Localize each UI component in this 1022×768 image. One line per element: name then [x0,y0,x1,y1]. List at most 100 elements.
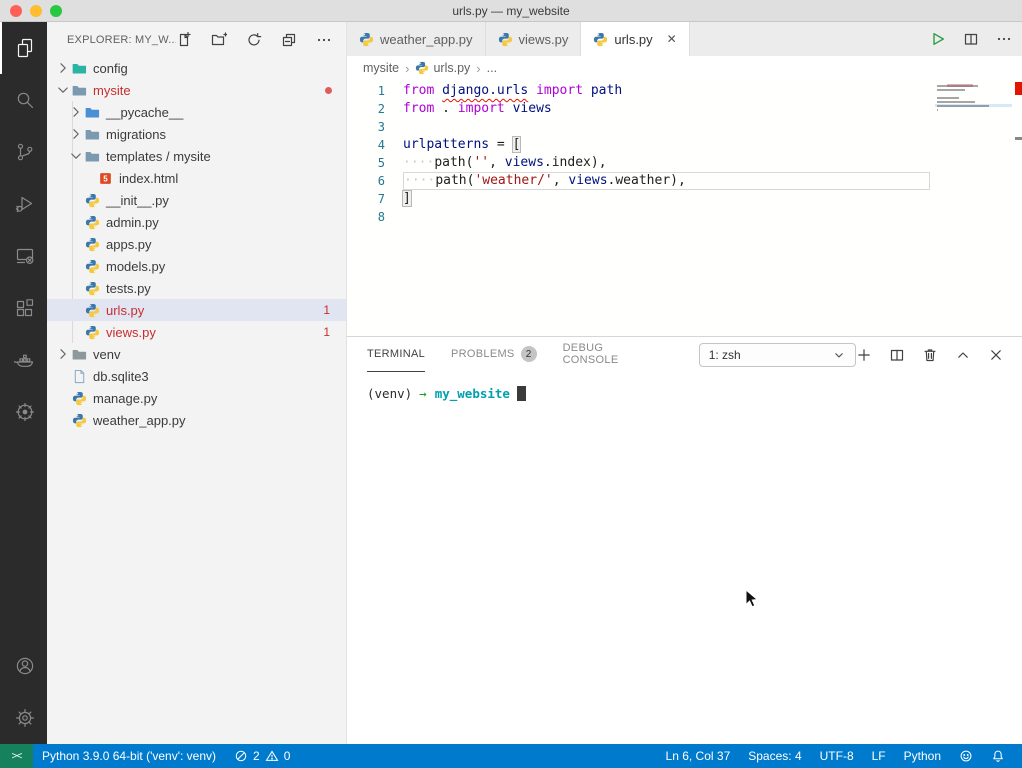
minimize-window-button[interactable] [30,5,42,17]
tree-item-apps-py[interactable]: apps.py [47,233,346,255]
tab-label: weather_app.py [380,32,473,47]
status-spaces[interactable]: Spaces: 4 [739,744,810,768]
problems-status[interactable]: 2 0 [225,744,299,768]
activity-settings[interactable] [0,692,47,744]
file-icon [71,368,88,384]
close-x-icon[interactable] [988,347,1004,363]
python-interpreter-status[interactable]: Python 3.9.0 64-bit ('venv': venv) [33,744,225,768]
notifications-bell-icon[interactable] [982,744,1014,768]
status-lf[interactable]: LF [863,744,895,768]
panel-tab-terminal[interactable]: TERMINAL [367,337,425,372]
problems-count-badge: 2 [521,346,537,362]
activity-run-debug[interactable] [0,178,47,230]
chevron-right-icon[interactable] [55,346,71,362]
refresh-icon[interactable] [246,32,262,48]
tree-item--init-py[interactable]: __init__.py [47,189,346,211]
activity-remote-explorer[interactable] [0,230,47,282]
breadcrumb-item[interactable]: urls.py [415,61,470,75]
search-icon [13,88,37,112]
breadcrumb-item[interactable]: ... [487,61,497,75]
code-editor[interactable]: 1from django.urls import path2from . imp… [347,80,1022,336]
code-line-5: 5····path('', views.index), [347,154,930,172]
panel-tab-problems[interactable]: PROBLEMS2 [451,337,537,372]
chevron-spacer [68,258,84,274]
terminal-output[interactable]: (venv) → my_website [347,372,1022,744]
chevron-right-icon[interactable] [68,126,84,142]
editor-group: weather_app.pyviews.pyurls.py✕ mysite›ur… [347,22,1022,744]
remote-explorer-icon [13,244,37,268]
breadcrumb-item[interactable]: mysite [363,61,399,75]
tree-item-views-py[interactable]: views.py1 [47,321,346,343]
tree-item-manage-py[interactable]: manage.py [47,387,346,409]
tree-item-weather-app-py[interactable]: weather_app.py [47,409,346,431]
chevron-up-icon[interactable] [955,347,971,363]
status-python[interactable]: Python [895,744,950,768]
remote-indicator[interactable]: >< [0,744,33,768]
extensions-icon [13,296,37,320]
more-icon[interactable] [316,32,332,48]
feedback-smiley-icon[interactable] [950,744,982,768]
tree-item-db-sqlite3[interactable]: db.sqlite3 [47,365,346,387]
split-editor-icon[interactable] [889,347,905,363]
python-file-icon [593,32,608,47]
run-icon[interactable] [930,31,946,47]
line-number: 5 [347,154,403,172]
new-file-icon[interactable] [176,32,192,48]
tree-item-tests-py[interactable]: tests.py [47,277,346,299]
tree-item-mysite[interactable]: mysite [47,79,346,101]
line-text: ····path('', views.index), [403,154,930,172]
activity-account[interactable] [0,640,47,692]
docker-icon [13,348,37,372]
code-line-1: 1from django.urls import path [347,82,930,100]
activity-docker[interactable] [0,334,47,386]
editor-tab-urls-py[interactable]: urls.py✕ [581,22,689,56]
folder-icon [84,126,101,142]
tree-item-urls-py[interactable]: urls.py1 [47,299,346,321]
editor-tab-weather-app-py[interactable]: weather_app.py [347,22,486,56]
plus-icon[interactable] [856,347,872,363]
status-ln[interactable]: Ln 6, Col 37 [657,744,740,768]
tree-item-models-py[interactable]: models.py [47,255,346,277]
activity-search[interactable] [0,74,47,126]
minimap[interactable] [935,84,1012,324]
chevron-down-icon[interactable] [55,82,71,98]
status-utf-8[interactable]: UTF-8 [811,744,863,768]
close-tab-icon[interactable]: ✕ [667,32,677,46]
python-icon [84,258,101,274]
new-folder-icon[interactable] [211,32,227,48]
line-text: urlpatterns = [ [403,136,930,154]
activity-extensions[interactable] [0,282,47,334]
more-icon[interactable] [996,31,1012,47]
chevron-right-icon[interactable] [55,60,71,76]
python-icon [71,390,88,406]
editor-tab-views-py[interactable]: views.py [486,22,582,56]
tree-item-config[interactable]: config [47,57,346,79]
line-text [403,118,930,136]
tree-item--pycache-[interactable]: __pycache__ [47,101,346,123]
close-window-button[interactable] [10,5,22,17]
split-editor-icon[interactable] [963,31,979,47]
bottom-panel: TERMINAL PROBLEMS2 DEBUG CONSOLE 1: zsh (v… [347,336,1022,744]
tree-item-templates-mysite[interactable]: templates / mysite [47,145,346,167]
collapse-folders-icon[interactable] [281,32,297,48]
terminal-shell-select[interactable]: 1: zsh [699,343,856,367]
tree-item-label: tests.py [106,281,151,296]
chevron-down-icon[interactable] [68,148,84,164]
tree-item-index-html[interactable]: 5index.html [47,167,346,189]
chevron-right-icon[interactable] [68,104,84,120]
activity-explorer[interactable] [0,22,47,74]
zoom-window-button[interactable] [50,5,62,17]
activity-source-control[interactable] [0,126,47,178]
activity-bar [0,22,47,744]
tree-item-migrations[interactable]: migrations [47,123,346,145]
trash-icon[interactable] [922,347,938,363]
python-icon [84,236,101,252]
line-number: 6 [347,172,403,190]
panel-tab-debug-console[interactable]: DEBUG CONSOLE [563,337,657,372]
code-line-6: 6····path('weather/', views.weather), [347,172,930,190]
tree-item-admin-py[interactable]: admin.py [47,211,346,233]
activity-kubernetes[interactable] [0,386,47,438]
tree-item-venv[interactable]: venv [47,343,346,365]
window-title: urls.py — my_website [452,4,569,18]
chevron-down-icon [832,348,846,362]
